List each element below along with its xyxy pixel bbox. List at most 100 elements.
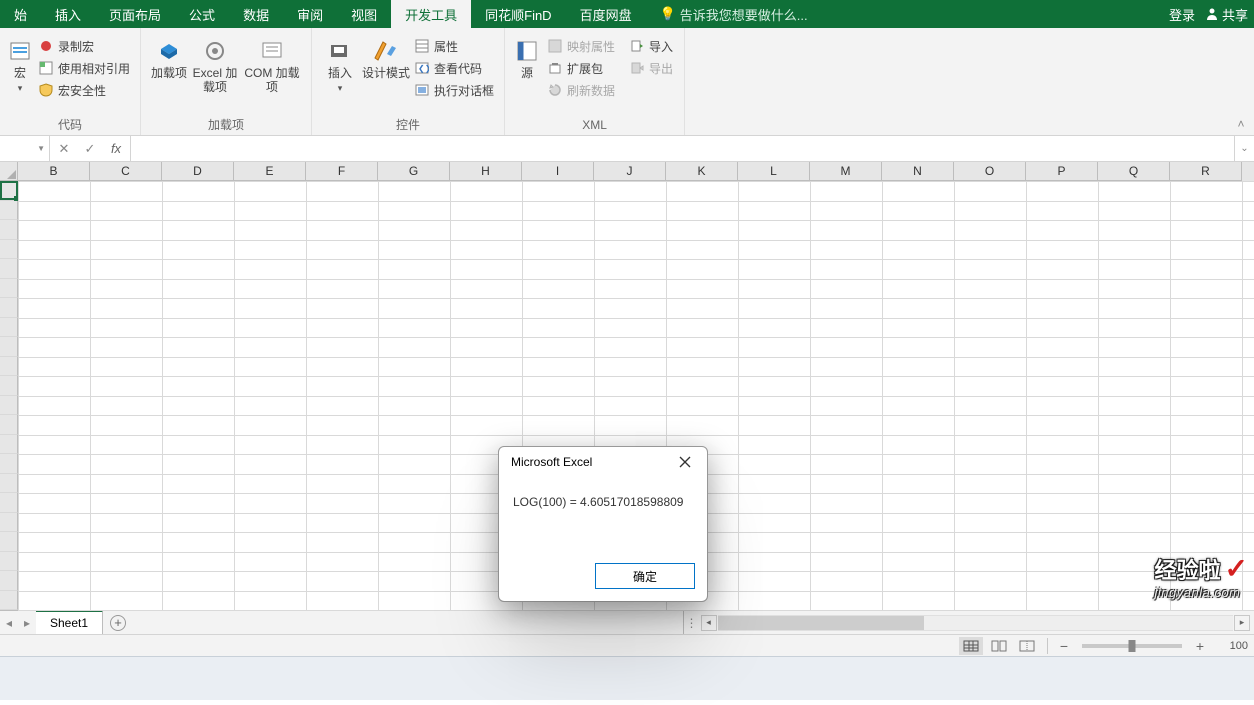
row-head[interactable] — [0, 415, 18, 435]
zoom-thumb[interactable] — [1129, 640, 1136, 652]
com-addins-button[interactable]: COM 加载项 — [239, 34, 305, 114]
insert-function-button[interactable]: fx — [108, 141, 124, 157]
view-pagelayout-button[interactable] — [987, 637, 1011, 655]
col-head[interactable]: F — [306, 162, 378, 181]
scroll-left-button[interactable]: ◂ — [701, 615, 717, 631]
tab-find[interactable]: 同花顺FinD — [471, 0, 565, 28]
zoom-in-button[interactable]: + — [1192, 638, 1208, 654]
row-head[interactable] — [0, 396, 18, 416]
view-code[interactable]: ❮❯查看代码 — [410, 58, 498, 78]
row-head[interactable] — [0, 532, 18, 552]
share-button[interactable]: 共享 — [1205, 5, 1248, 24]
col-head[interactable]: Q — [1098, 162, 1170, 181]
row-head[interactable] — [0, 513, 18, 533]
sheet-nav-prev[interactable]: ◂ — [0, 611, 18, 634]
row-head[interactable] — [0, 435, 18, 455]
col-head[interactable]: P — [1026, 162, 1098, 181]
col-head[interactable]: I — [522, 162, 594, 181]
row-head[interactable] — [0, 259, 18, 279]
row-head[interactable] — [0, 552, 18, 572]
name-box[interactable]: ▼ — [0, 136, 50, 161]
row-head[interactable] — [0, 318, 18, 338]
excel-addins-button[interactable]: Excel 加载项 — [191, 34, 239, 114]
expansion-pack[interactable]: 扩展包 — [543, 58, 619, 78]
row-head[interactable] — [0, 298, 18, 318]
expand-formula-bar[interactable]: ⌄ — [1234, 136, 1254, 161]
insert-control-button[interactable]: 插入▾ — [318, 34, 362, 114]
tab-developer[interactable]: 开发工具 — [391, 0, 471, 28]
row-head[interactable] — [0, 220, 18, 240]
login-link[interactable]: 登录 — [1169, 5, 1195, 24]
row-head[interactable] — [0, 240, 18, 260]
dialog-ok-button[interactable]: 确定 — [595, 563, 695, 589]
scroll-track[interactable] — [718, 615, 1233, 631]
source-button[interactable]: 源 — [511, 34, 543, 114]
new-sheet-button[interactable]: + — [103, 611, 133, 634]
macros-button[interactable]: 宏▾ — [6, 34, 34, 114]
tab-baidu[interactable]: 百度网盘 — [566, 0, 646, 28]
select-all-triangle[interactable] — [0, 162, 18, 181]
collapse-ribbon-button[interactable]: ˄ — [1228, 28, 1254, 135]
col-head[interactable]: G — [378, 162, 450, 181]
relative-ref[interactable]: 使用相对引用 — [34, 58, 134, 78]
tab-pagelayout[interactable]: 页面布局 — [95, 0, 175, 28]
row-head[interactable] — [0, 571, 18, 591]
col-head[interactable]: R — [1170, 162, 1242, 181]
sheet-tab[interactable]: Sheet1 — [36, 610, 103, 634]
col-head[interactable]: N — [882, 162, 954, 181]
zoom-slider[interactable] — [1082, 644, 1182, 648]
sheet-nav-next[interactable]: ▸ — [18, 611, 36, 634]
col-head[interactable]: K — [666, 162, 738, 181]
cancel-formula-button[interactable]: ✕ — [56, 141, 72, 157]
view-pagebreak-button[interactable] — [1015, 637, 1039, 655]
row-head[interactable] — [0, 181, 18, 201]
scroll-right-button[interactable]: ▸ — [1234, 615, 1250, 631]
macro-security[interactable]: 宏安全性 — [34, 80, 134, 100]
row-head[interactable] — [0, 376, 18, 396]
col-head[interactable]: L — [738, 162, 810, 181]
row-head[interactable] — [0, 493, 18, 513]
properties[interactable]: 属性 — [410, 36, 498, 56]
col-head[interactable]: D — [162, 162, 234, 181]
col-head[interactable]: M — [810, 162, 882, 181]
col-head[interactable]: C — [90, 162, 162, 181]
formula-input[interactable] — [131, 136, 1234, 161]
tell-me[interactable]: 💡告诉我您想要做什么... — [646, 0, 822, 28]
map-properties: 映射属性 — [543, 36, 619, 56]
enter-formula-button[interactable]: ✓ — [82, 141, 98, 157]
scroll-thumb[interactable] — [718, 616, 924, 630]
run-dialog[interactable]: 执行对话框 — [410, 80, 498, 100]
group-controls-label: 控件 — [318, 114, 498, 136]
tab-view[interactable]: 视图 — [337, 0, 391, 28]
tab-insert[interactable]: 插入 — [41, 0, 95, 28]
import[interactable]: 导入 — [625, 36, 677, 56]
worksheet-grid[interactable]: B C D E F G H I J K L M N O P Q R Micros… — [0, 162, 1254, 610]
col-head[interactable]: E — [234, 162, 306, 181]
row-head[interactable] — [0, 591, 18, 611]
zoom-out-button[interactable]: − — [1056, 638, 1072, 654]
col-head[interactable]: B — [18, 162, 90, 181]
design-mode-button[interactable]: 设计模式 — [362, 34, 410, 114]
row-head[interactable] — [0, 474, 18, 494]
tab-formulas[interactable]: 公式 — [175, 0, 229, 28]
zoom-level[interactable]: 100 — [1218, 640, 1248, 652]
tab-data[interactable]: 数据 — [229, 0, 283, 28]
col-head[interactable]: O — [954, 162, 1026, 181]
tab-review[interactable]: 审阅 — [283, 0, 337, 28]
dialog-close-button[interactable] — [671, 451, 699, 473]
record-macro[interactable]: 录制宏 — [34, 36, 134, 56]
design-mode-label: 设计模式 — [362, 66, 410, 80]
horizontal-scrollbar[interactable]: ◂ ▸ — [701, 611, 1254, 634]
chevron-down-icon: ▼ — [37, 144, 45, 153]
col-head[interactable]: J — [594, 162, 666, 181]
row-head[interactable] — [0, 279, 18, 299]
addins-button[interactable]: 加载项 — [147, 34, 191, 114]
row-head[interactable] — [0, 201, 18, 221]
row-head[interactable] — [0, 357, 18, 377]
view-normal-button[interactable] — [959, 637, 983, 655]
split-handle[interactable]: ⋮ — [683, 611, 701, 634]
tab-start[interactable]: 始 — [0, 0, 41, 28]
row-head[interactable] — [0, 337, 18, 357]
row-head[interactable] — [0, 454, 18, 474]
col-head[interactable]: H — [450, 162, 522, 181]
